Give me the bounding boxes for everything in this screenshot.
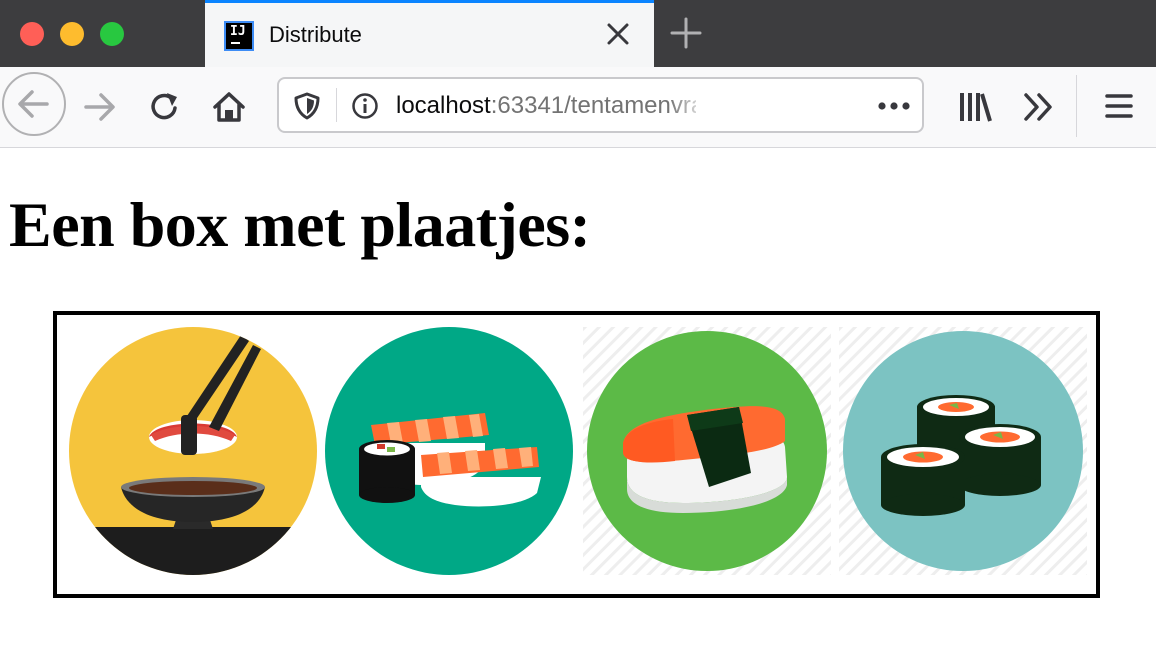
sushi-salmon-rolls-image <box>325 327 573 575</box>
tab-distribute[interactable]: IJ Distribute <box>205 0 654 67</box>
maki-rolls-image <box>839 327 1087 575</box>
close-tab-icon[interactable] <box>601 17 635 51</box>
image-box <box>53 311 1100 598</box>
url-text[interactable]: localhost:63341/tentamenvragen <box>396 92 696 120</box>
overflow-icon[interactable] <box>1022 91 1056 123</box>
tab-title: Distribute <box>269 22 362 47</box>
home-icon[interactable] <box>210 88 248 126</box>
toolbar-separator <box>1076 75 1077 137</box>
forward-icon[interactable] <box>80 87 120 127</box>
new-tab-icon[interactable] <box>668 15 704 51</box>
intellij-favicon-icon: IJ <box>224 21 254 51</box>
page-heading: Een box met plaatjes: <box>9 189 591 260</box>
window-minimize-button[interactable] <box>60 22 84 46</box>
sushi-chopsticks-bowl-image <box>69 327 317 575</box>
url-separator <box>336 88 337 122</box>
url-bar[interactable]: localhost:63341/tentamenvragen <box>277 77 924 133</box>
window-close-button[interactable] <box>20 22 44 46</box>
salmon-nigiri-image <box>583 327 831 575</box>
menu-icon[interactable] <box>1104 92 1134 120</box>
shield-icon[interactable] <box>293 92 321 120</box>
tab-strip: IJ Distribute <box>0 0 1156 67</box>
back-icon <box>18 90 49 118</box>
nav-bar: localhost:63341/tentamenvragen <box>0 67 1156 148</box>
reload-icon[interactable] <box>146 88 184 126</box>
library-icon[interactable] <box>958 91 994 123</box>
page-actions-icon[interactable] <box>877 101 911 111</box>
window-maximize-button[interactable] <box>100 22 124 46</box>
info-icon[interactable] <box>351 92 379 120</box>
back-button[interactable] <box>2 72 66 136</box>
